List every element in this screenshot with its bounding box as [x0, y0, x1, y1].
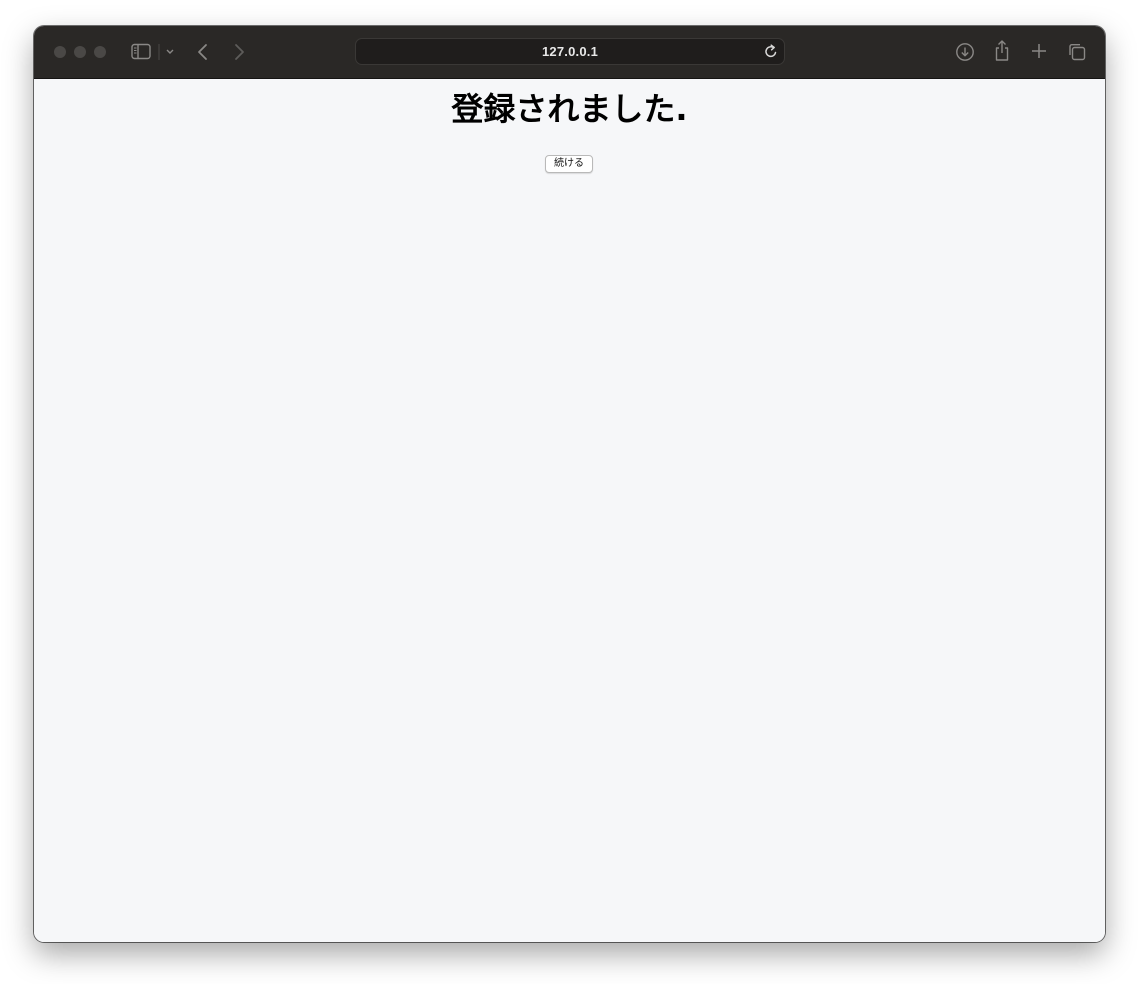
continue-button[interactable]: 続ける [545, 155, 593, 173]
plus-icon[interactable] [1031, 43, 1047, 59]
zoom-window-button[interactable] [94, 46, 106, 58]
chevron-down-icon[interactable] [165, 48, 175, 56]
browser-window: 127.0.0.1 登録されました. 続ける [34, 26, 1105, 942]
address-bar[interactable]: 127.0.0.1 [355, 38, 785, 65]
sidebar-icon[interactable] [131, 43, 151, 60]
close-window-button[interactable] [54, 46, 66, 58]
page-content: 登録されました. 続ける [34, 79, 1105, 942]
browser-toolbar: 127.0.0.1 [34, 26, 1105, 79]
chevron-left-icon[interactable] [196, 42, 210, 62]
download-icon[interactable] [955, 42, 975, 62]
url-text: 127.0.0.1 [541, 44, 598, 59]
share-icon[interactable] [993, 39, 1011, 62]
minimize-window-button[interactable] [74, 46, 86, 58]
page-title: 登録されました. [451, 90, 688, 128]
tabs-icon[interactable] [1067, 42, 1087, 62]
chevron-right-icon[interactable] [232, 42, 246, 62]
reload-icon[interactable] [764, 44, 778, 63]
divider [158, 44, 160, 60]
